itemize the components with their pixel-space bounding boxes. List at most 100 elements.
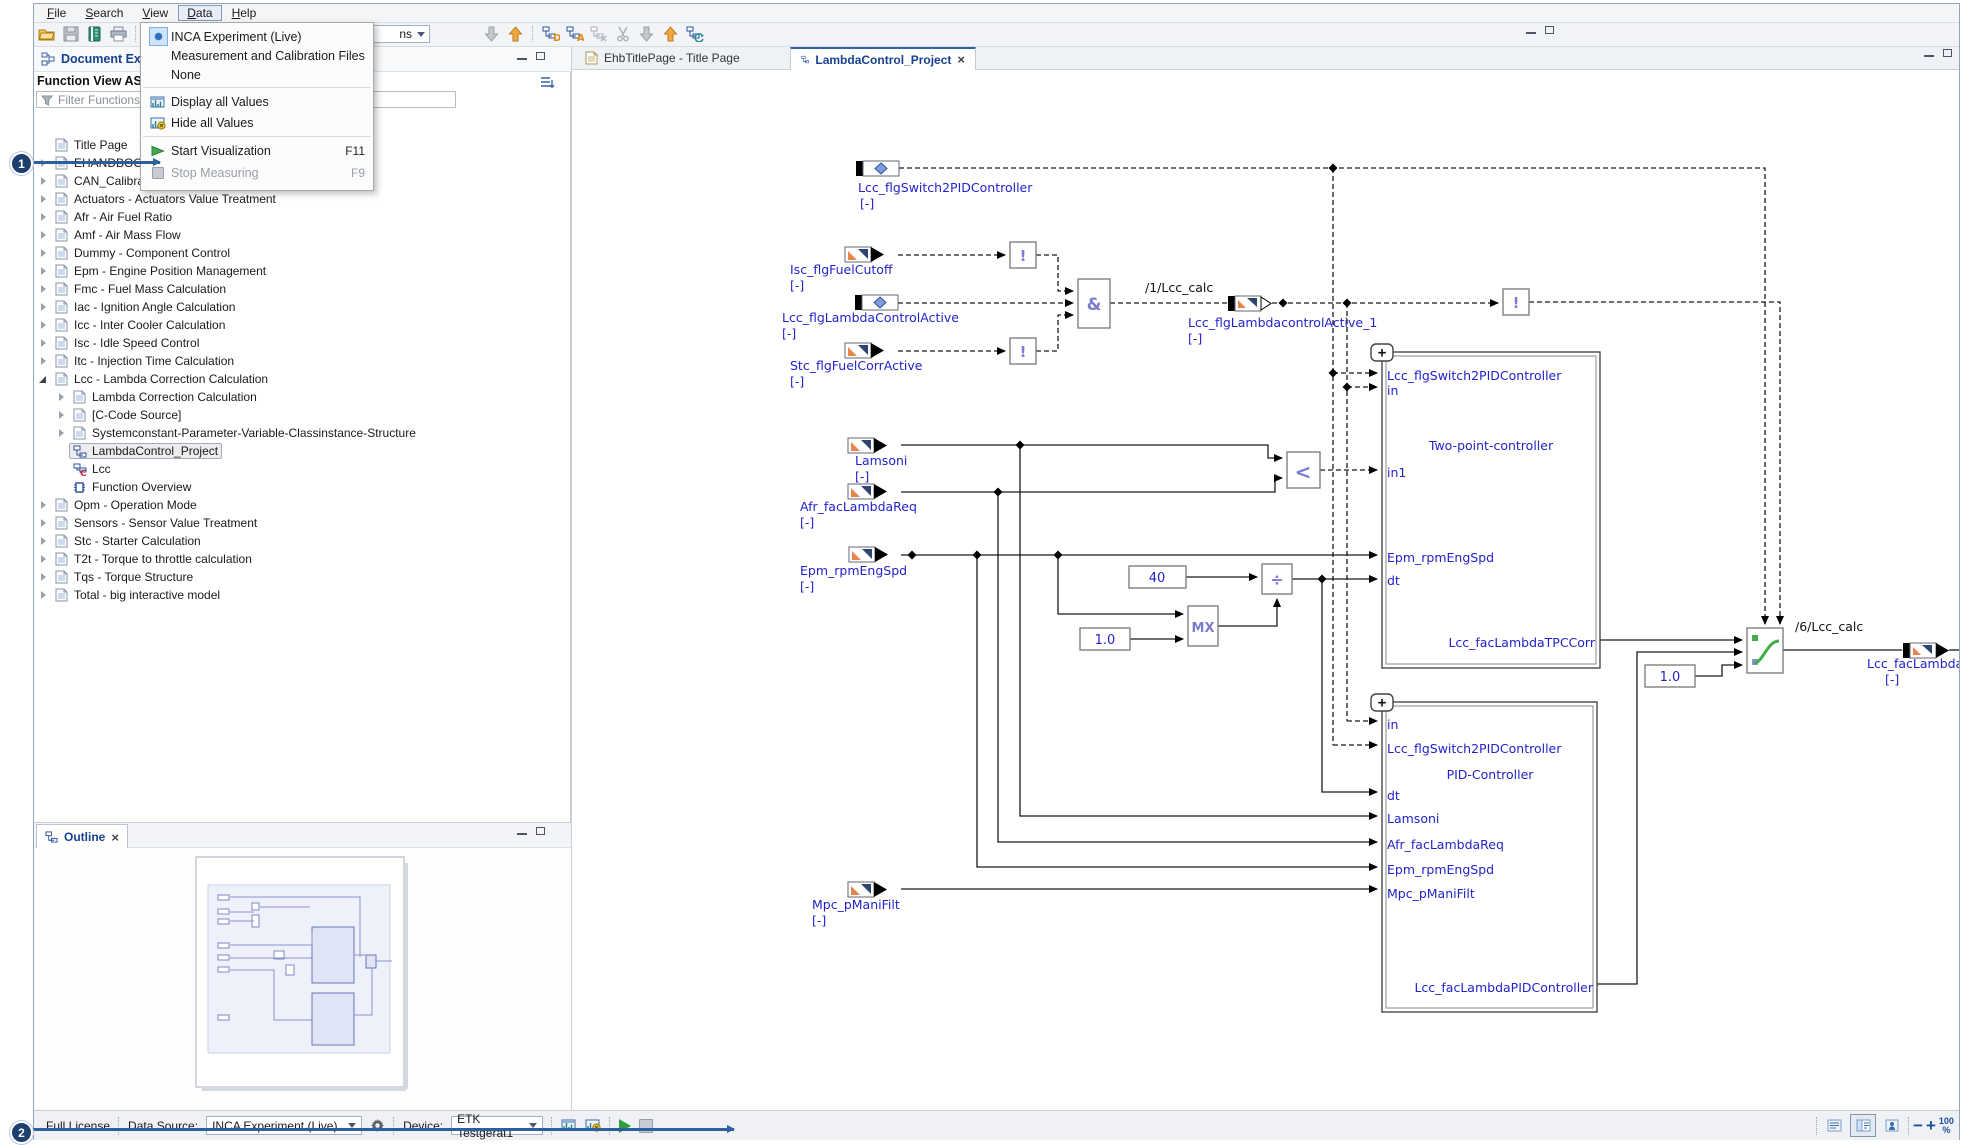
menu-item-start-visualization[interactable]: Start Visualization F11 (141, 140, 373, 162)
nav-down-icon[interactable] (482, 25, 501, 44)
device-select[interactable]: ETK Testgerät1 (451, 1112, 544, 1140)
port-afr-faclambdareq[interactable] (847, 483, 888, 500)
tree-item-function-overview[interactable]: Function Overview (36, 478, 556, 496)
expander-collapsed-icon[interactable] (36, 228, 51, 242)
outline-tab[interactable]: Outline × (36, 824, 128, 849)
port-epm-rpmengspd[interactable] (848, 546, 889, 563)
port-isc-flgfuelcutoff[interactable] (844, 246, 885, 263)
data-source-select[interactable]: INCA Experiment (Live) (206, 1116, 363, 1135)
tree-item-t2t-torque-to-throttle-calculation[interactable]: T2t - Torque to throttle calculation (36, 550, 556, 568)
tree-item-isc-idle-speed-control[interactable]: Isc - Idle Speed Control (36, 334, 556, 352)
tab-lambdacontrol-project[interactable]: LambdaControl_Project × (790, 46, 976, 70)
outline-thumbnail[interactable] (190, 855, 420, 1099)
menu-item-hide-all-values[interactable]: Hide all Values (141, 112, 373, 133)
view-person-button[interactable] (1879, 1114, 1905, 1137)
tree-item-itc-injection-time-calculation[interactable]: Itc - Injection Time Calculation (36, 352, 556, 370)
diagram-d-icon[interactable]: D (541, 25, 560, 44)
expander-collapsed-icon[interactable] (36, 318, 51, 332)
tree-item-sensors-sensor-value-treatment[interactable]: Sensors - Sensor Value Treatment (36, 514, 556, 532)
menu-search[interactable]: Search (76, 5, 132, 21)
expander-collapsed-icon[interactable] (36, 354, 51, 368)
maximize-icon[interactable] (536, 52, 545, 60)
menu-item-none[interactable]: None (141, 65, 373, 84)
expander-collapsed-icon[interactable] (54, 390, 69, 404)
zoom-out-button[interactable]: − (1913, 1116, 1923, 1136)
expander-collapsed-icon[interactable] (36, 588, 51, 602)
minimize-icon[interactable] (1526, 32, 1536, 34)
maximize-icon[interactable] (1943, 49, 1952, 57)
view-document-button[interactable] (1821, 1114, 1847, 1137)
two-point-controller-block[interactable] (1381, 351, 1601, 669)
menu-data[interactable]: Data (178, 5, 222, 21)
view-options-icon[interactable] (540, 76, 555, 90)
tree-item-epm-engine-position-management[interactable]: Epm - Engine Position Management (36, 262, 556, 280)
port-stc-flgfuelcorractive[interactable] (844, 342, 885, 359)
expander-collapsed-icon[interactable] (36, 174, 51, 188)
tree-item-c-code-source[interactable]: [C-Code Source] (36, 406, 556, 424)
expander-collapsed-icon[interactable] (36, 498, 51, 512)
view-split-button[interactable] (1850, 1114, 1876, 1137)
cut-icon[interactable] (613, 25, 632, 44)
menu-help[interactable]: Help (223, 5, 266, 21)
expander-collapsed-icon[interactable] (36, 210, 51, 224)
print-icon[interactable] (109, 25, 128, 44)
diagram-a-icon[interactable]: A (565, 25, 584, 44)
display-values-icon[interactable] (561, 1117, 577, 1135)
tree-item-afr-air-fuel-ratio[interactable]: Afr - Air Fuel Ratio (36, 208, 556, 226)
tree-item-amf-air-mass-flow[interactable]: Amf - Air Mass Flow (36, 226, 556, 244)
expander-collapsed-icon[interactable] (36, 264, 51, 278)
zoom-in-button[interactable]: + (1926, 1116, 1936, 1136)
expander-collapsed-icon[interactable] (54, 426, 69, 440)
maximize-icon[interactable] (1545, 26, 1554, 34)
expander-collapsed-icon[interactable] (36, 552, 51, 566)
tree-item-opm-operation-mode[interactable]: Opm - Operation Mode (36, 496, 556, 514)
tree-item-stc-starter-calculation[interactable]: Stc - Starter Calculation (36, 532, 556, 550)
expander-collapsed-icon[interactable] (36, 300, 51, 314)
nav-up2-icon[interactable] (661, 25, 680, 44)
tree-item-tqs-torque-structure[interactable]: Tqs - Torque Structure (36, 568, 556, 586)
expander-collapsed-icon[interactable] (36, 282, 51, 296)
tree-item-actuators-actuators-value-treatment[interactable]: Actuators - Actuators Value Treatment (36, 190, 556, 208)
expander-collapsed-icon[interactable] (36, 516, 51, 530)
tree-item-total-big-interactive-model[interactable]: Total - big interactive model (36, 586, 556, 604)
port-lcc-flgswitch2pid[interactable] (855, 160, 900, 177)
tree-item-lambdacontrol-project[interactable]: LambdaControl_Project (36, 442, 556, 460)
expander-collapsed-icon[interactable] (36, 336, 51, 350)
menu-file[interactable]: File (38, 5, 75, 21)
expander-collapsed-icon[interactable] (36, 570, 51, 584)
port-lamsoni[interactable] (847, 437, 888, 454)
port-mpc-pmanifilt[interactable] (847, 881, 888, 898)
tree-item-systemconstant-parameter-variable-classi[interactable]: Systemconstant-Parameter-Variable-Classi… (36, 424, 556, 442)
expander-collapsed-icon[interactable] (54, 408, 69, 422)
library-icon[interactable] (85, 25, 104, 44)
close-icon[interactable]: × (957, 53, 965, 66)
tree-item-lambda-correction-calculation[interactable]: Lambda Correction Calculation (36, 388, 556, 406)
minimize-icon[interactable] (517, 833, 527, 835)
tree-item-lcc-lambda-correction-calculation[interactable]: Lcc - Lambda Correction Calculation (36, 370, 556, 388)
port-out-lambdacontrolactive[interactable] (1227, 295, 1262, 312)
menu-item-display-all-values[interactable]: Display all Values (141, 91, 373, 112)
tree-item-iac-ignition-angle-calculation[interactable]: Iac - Ignition Angle Calculation (36, 298, 556, 316)
nav-up-icon[interactable] (506, 25, 525, 44)
nav-down2-icon[interactable] (637, 25, 656, 44)
tree-item-fmc-fuel-mass-calculation[interactable]: Fmc - Fuel Mass Calculation (36, 280, 556, 298)
expander-collapsed-icon[interactable] (36, 246, 51, 260)
menu-view[interactable]: View (133, 5, 177, 21)
tab-ehbtitlepage[interactable]: EhbTitlePage - Title Page (575, 46, 787, 70)
menu-item-inca-experiment-live[interactable]: INCA Experiment (Live) (141, 27, 373, 46)
expander-collapsed-icon[interactable] (36, 534, 51, 548)
expander-collapsed-icon[interactable] (36, 192, 51, 206)
save-icon[interactable] (61, 25, 80, 44)
diagram-refresh-icon[interactable] (685, 25, 704, 44)
minimize-icon[interactable] (1924, 55, 1934, 57)
diagram-x-icon[interactable] (589, 25, 608, 44)
close-icon[interactable]: × (111, 831, 119, 844)
port-lcc-flglambdacontrolactive[interactable] (854, 294, 899, 311)
maximize-icon[interactable] (536, 827, 545, 835)
minimize-icon[interactable] (517, 58, 527, 60)
tree-item-icc-inter-cooler-calculation[interactable]: Icc - Inter Cooler Calculation (36, 316, 556, 334)
tree-item-lcc[interactable]: C Lcc (36, 460, 556, 478)
tree-item-dummy-component-control[interactable]: Dummy - Component Control (36, 244, 556, 262)
expander-expanded-icon[interactable] (36, 372, 51, 386)
open-file-icon[interactable] (37, 25, 56, 44)
